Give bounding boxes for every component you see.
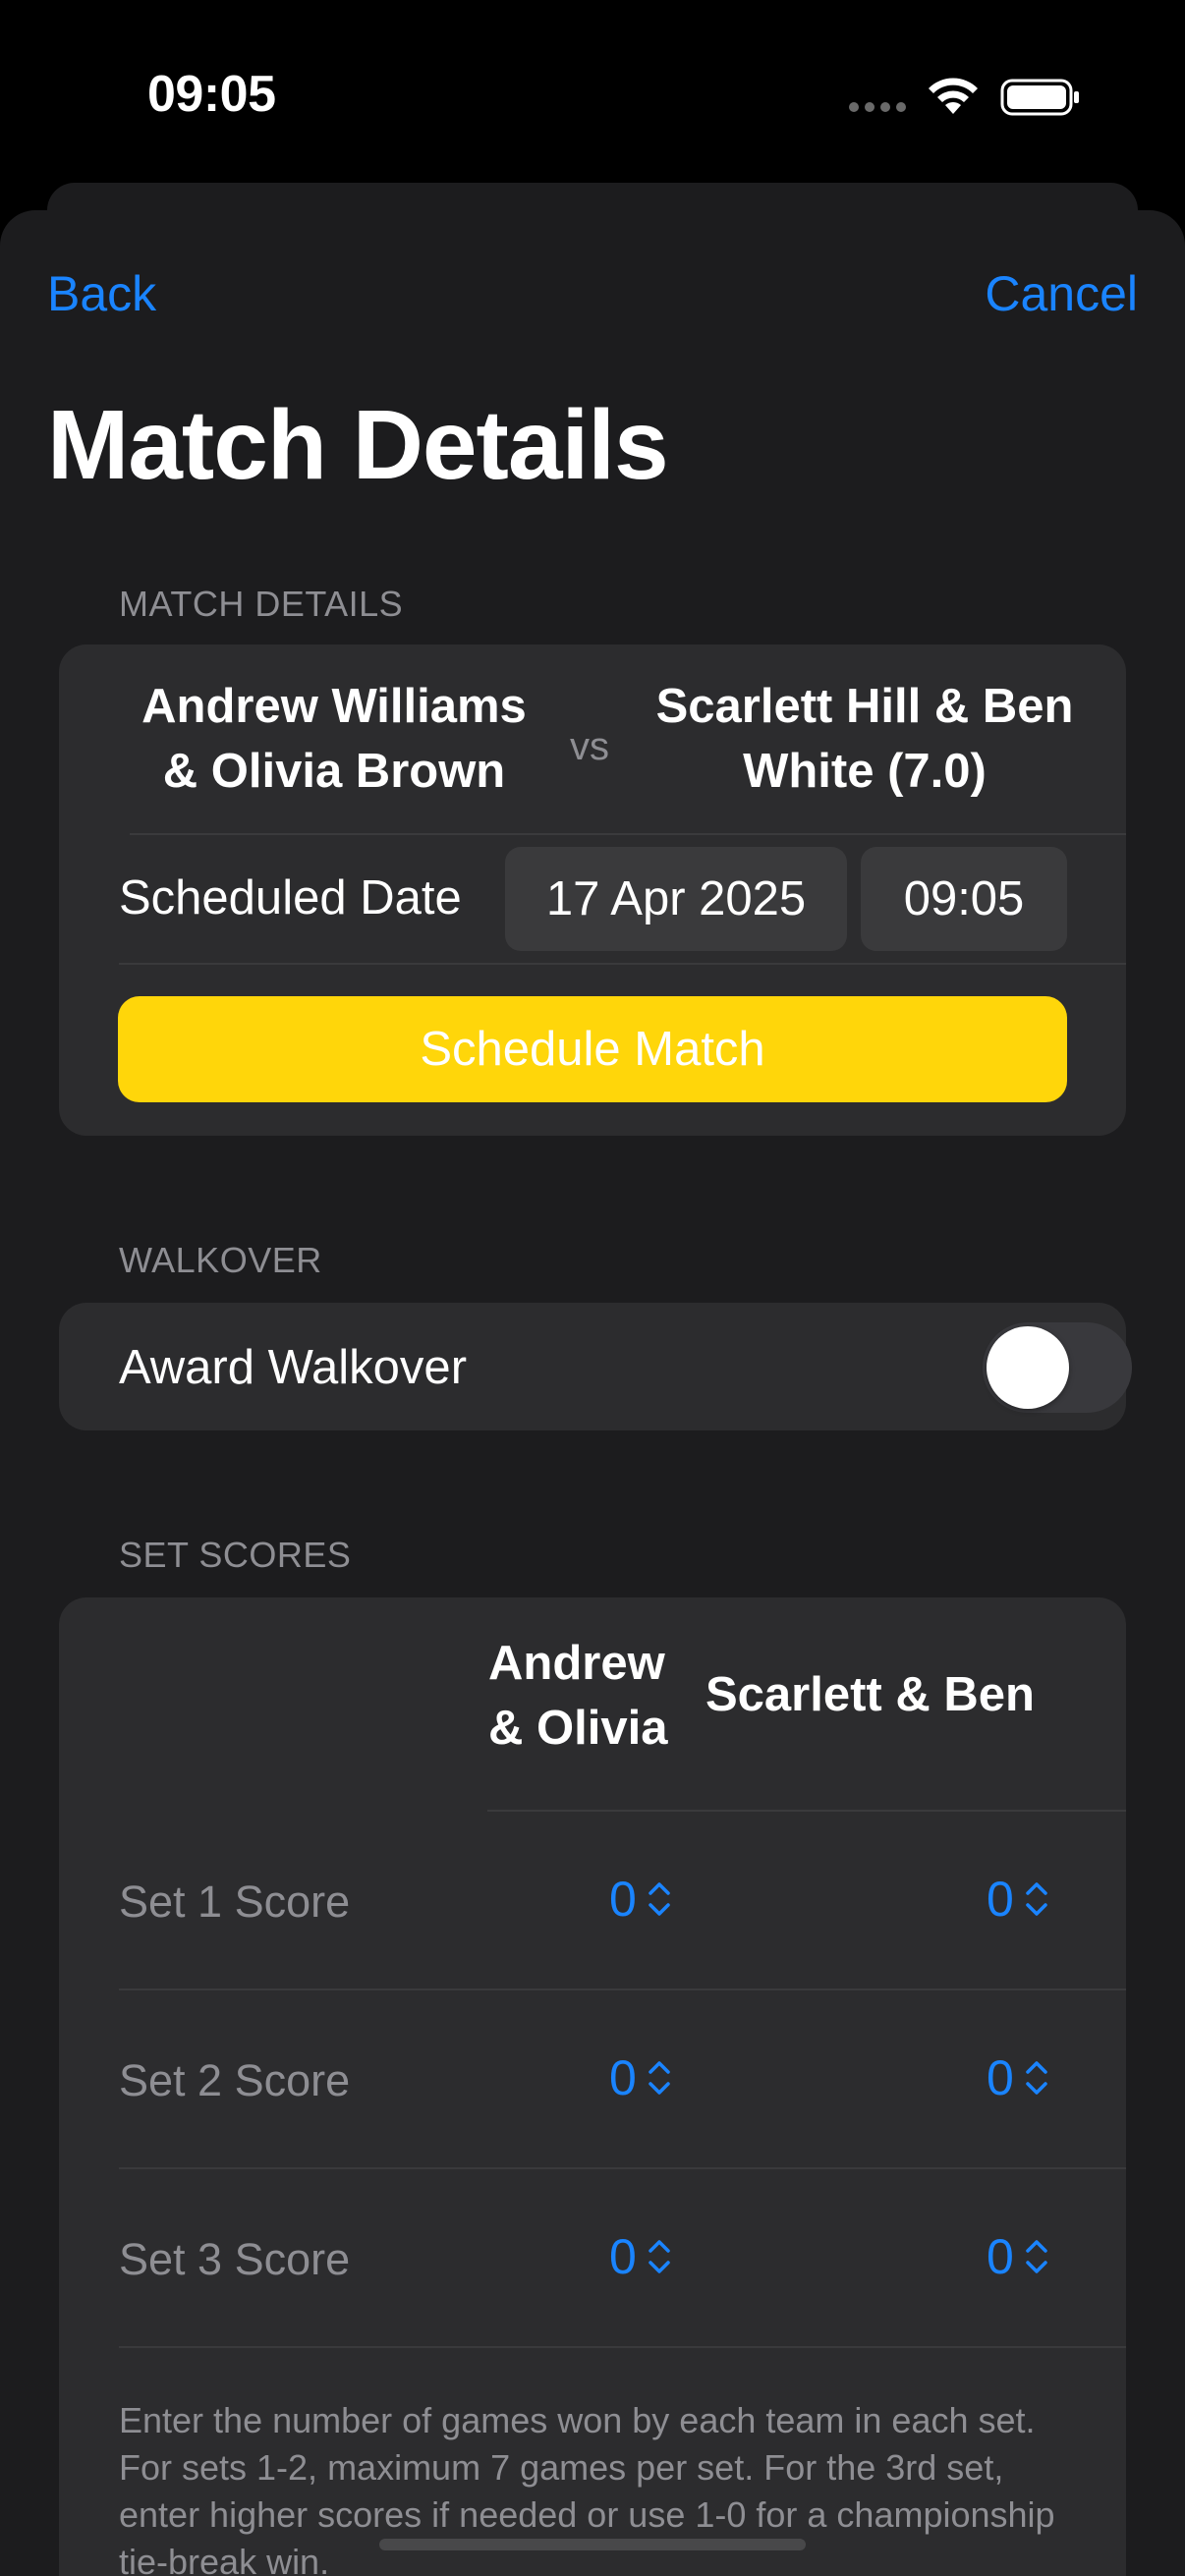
team1-column-line2: & Olivia (488, 1702, 668, 1755)
team1-name-line1: Andrew Williams (141, 680, 527, 733)
set-3-team2-score: 0 (987, 2229, 1014, 2284)
chevron-up-down-icon (1026, 2240, 1047, 2273)
status-time: 09:05 (147, 66, 276, 123)
time-picker[interactable]: 09:05 (861, 847, 1067, 951)
match-details-card: Andrew Williams & Olivia Brown vs Scarle… (59, 644, 1126, 1136)
divider (119, 2346, 1126, 2348)
set-2-team2-score: 0 (987, 2050, 1014, 2105)
cancel-button[interactable]: Cancel (985, 265, 1138, 322)
schedule-match-button[interactable]: Schedule Match (118, 996, 1067, 1102)
toggle-knob (987, 1326, 1069, 1409)
set-1-label: Set 1 Score (119, 1876, 351, 1927)
page-title: Match Details (47, 390, 669, 500)
battery-icon (1000, 79, 1079, 116)
team1-name: Andrew Williams & Olivia Brown (118, 674, 550, 804)
vs-label: vs (570, 725, 609, 768)
chevron-up-down-icon (649, 2240, 670, 2273)
home-indicator[interactable] (379, 2539, 806, 2550)
chevron-up-down-icon (1026, 2061, 1047, 2095)
divider (119, 2167, 1126, 2169)
team2-column-header: Scarlett & Ben (705, 1668, 1035, 1721)
walkover-header: WALKOVER (119, 1240, 322, 1280)
scheduled-date-label: Scheduled Date (119, 871, 462, 924)
set-1-team2-score: 0 (987, 1872, 1014, 1927)
screen: 09:05 Back Cancel Match Details MATCH DE… (0, 0, 1185, 2576)
team2-name: Scarlett Hill & Ben White (7.0) (629, 674, 1100, 804)
divider (130, 833, 1126, 835)
award-walkover-label: Award Walkover (119, 1341, 468, 1394)
date-picker[interactable]: 17 Apr 2025 (505, 847, 847, 951)
set-3-label: Set 3 Score (119, 2234, 351, 2284)
set-1-team2-stepper[interactable]: 0 (987, 1871, 1051, 1928)
set-2-team1-stepper[interactable]: 0 (609, 2049, 674, 2106)
divider (119, 1988, 1126, 1990)
walkover-card: Award Walkover (59, 1303, 1132, 1430)
divider (487, 1810, 1126, 1812)
team1-column-line1: Andrew (488, 1637, 665, 1690)
match-details-header: MATCH DETAILS (119, 584, 404, 624)
set-2-label: Set 2 Score (119, 2055, 351, 2105)
set-1-team1-stepper[interactable]: 0 (609, 1871, 674, 1928)
set-2-team2-stepper[interactable]: 0 (987, 2049, 1051, 2106)
set-3-team1-stepper[interactable]: 0 (609, 2228, 674, 2285)
set-3-team1-score: 0 (609, 2229, 637, 2284)
chevron-up-down-icon (649, 2061, 670, 2095)
chevron-up-down-icon (649, 1882, 670, 1916)
set-scores-header: SET SCORES (119, 1535, 352, 1575)
team2-name-line2: White (7.0) (743, 745, 987, 798)
team2-name-line1: Scarlett Hill & Ben (655, 680, 1074, 733)
cellular-signal-icon (849, 102, 906, 112)
divider (119, 963, 1126, 965)
set-1-team1-score: 0 (609, 1872, 637, 1927)
team1-name-line2: & Olivia Brown (162, 745, 506, 798)
team1-column-header: Andrew & Olivia (488, 1631, 667, 1761)
set-3-team2-stepper[interactable]: 0 (987, 2228, 1051, 2285)
wifi-icon (929, 78, 978, 114)
back-button[interactable]: Back (47, 265, 156, 322)
set-2-team1-score: 0 (609, 2050, 637, 2105)
award-walkover-toggle[interactable] (983, 1322, 1132, 1413)
chevron-up-down-icon (1026, 1882, 1047, 1916)
